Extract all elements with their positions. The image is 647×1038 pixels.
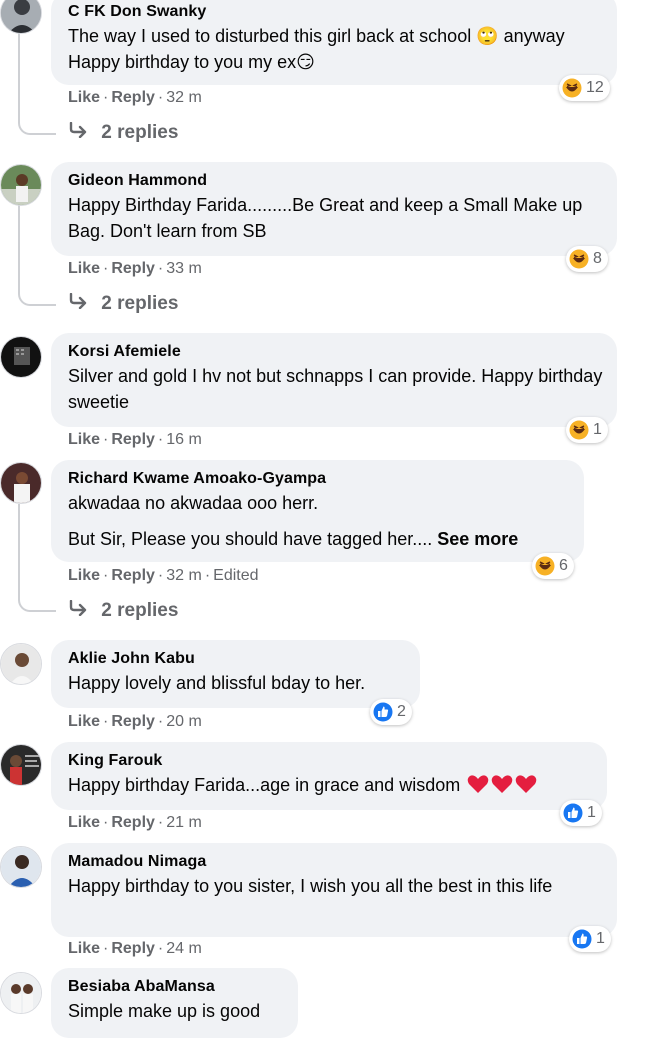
avatar[interactable]: [0, 643, 42, 685]
comment-bubble: Gideon Hammond Happy Birthday Farida....…: [51, 162, 617, 256]
comment-text: Happy lovely and blissful bday to her.: [68, 673, 366, 693]
comment-actions: Like · Reply · 16 m: [68, 431, 202, 448]
timestamp[interactable]: 33 m: [166, 260, 202, 277]
comment-text: Happy birthday Farida...age in grace and…: [68, 775, 461, 795]
reaction-count-number: 1: [596, 930, 605, 947]
avatar[interactable]: [0, 336, 42, 378]
like-button[interactable]: Like: [68, 567, 100, 584]
reaction-count-number: 12: [586, 79, 604, 96]
comment-text: Happy birthday to you sister, I wish you…: [68, 876, 553, 896]
like-button[interactable]: Like: [68, 713, 100, 730]
heart-emoji-icon: [515, 774, 537, 801]
laughing-emoji-icon: [569, 420, 589, 440]
avatar[interactable]: [0, 846, 42, 888]
reply-button[interactable]: Reply: [111, 713, 155, 730]
comment-author[interactable]: Mamadou Nimaga: [68, 851, 603, 873]
reaction-count[interactable]: 1: [569, 926, 611, 952]
view-replies-button[interactable]: 2 replies: [68, 292, 178, 316]
comment-bubble: Korsi Afemiele Silver and gold I hv not …: [51, 333, 617, 427]
like-button[interactable]: Like: [68, 431, 100, 448]
reply-button[interactable]: Reply: [111, 431, 155, 448]
view-replies-button[interactable]: 2 replies: [68, 121, 178, 145]
comment-actions: Like · Reply · 24 m: [68, 940, 202, 957]
comment-text: Silver and gold I hv not but schnapps I …: [68, 366, 603, 412]
reaction-count[interactable]: 6: [532, 553, 574, 579]
view-replies-button[interactable]: 2 replies: [68, 599, 178, 623]
comment-author[interactable]: Aklie John Kabu: [68, 648, 406, 670]
like-icon: [572, 929, 592, 949]
reply-button[interactable]: Reply: [111, 567, 155, 584]
timestamp[interactable]: 20 m: [166, 713, 202, 730]
comment-text: The way I used to disturbed this girl ba…: [68, 26, 565, 72]
reply-arrow-icon: [68, 599, 93, 621]
reaction-count-number: 2: [397, 703, 406, 720]
reply-button[interactable]: Reply: [111, 89, 155, 106]
reaction-count-number: 1: [587, 804, 596, 821]
like-icon: [373, 702, 393, 722]
comment-author[interactable]: King Farouk: [68, 750, 593, 772]
comment-text-line: But Sir, Please you should have tagged h…: [68, 526, 570, 552]
replies-label: 2 replies: [101, 600, 179, 621]
replies-label: 2 replies: [101, 293, 179, 314]
comment-text-line: akwadaa no akwadaa ooo herr.: [68, 493, 319, 513]
comment-actions: Like · Reply · 32 m: [68, 89, 202, 106]
comment-author[interactable]: Besiaba AbaMansa: [68, 976, 284, 998]
comment-actions: Like · Reply · 20 m: [68, 713, 202, 730]
reaction-count-number: 6: [559, 557, 568, 574]
avatar[interactable]: [0, 0, 42, 34]
reply-arrow-icon: [68, 292, 93, 314]
comment-actions: Like · Reply · 21 m: [68, 814, 202, 831]
like-button[interactable]: Like: [68, 940, 100, 957]
timestamp[interactable]: 21 m: [166, 814, 202, 831]
reply-button[interactable]: Reply: [111, 260, 155, 277]
comment-text-line: Happy birthday Farida...age in grace and…: [68, 772, 593, 801]
laughing-emoji-icon: [535, 556, 555, 576]
see-more-link[interactable]: See more: [437, 529, 518, 549]
heart-emoji-icon: [467, 774, 489, 801]
comment-actions: Like · Reply · 33 m: [68, 260, 202, 277]
reply-arrow-icon: [68, 121, 93, 143]
comment-author[interactable]: Gideon Hammond: [68, 170, 603, 192]
edited-label: Edited: [213, 567, 259, 584]
reply-button[interactable]: Reply: [111, 940, 155, 957]
laughing-emoji-icon: [569, 249, 589, 269]
comment-bubble: Mamadou Nimaga Happy birthday to you sis…: [51, 843, 617, 937]
reaction-count[interactable]: 2: [370, 699, 412, 725]
reaction-count[interactable]: 1: [560, 800, 602, 826]
comment-bubble: Besiaba AbaMansa Simple make up is good: [51, 968, 298, 1038]
reaction-count-number: 8: [593, 250, 602, 267]
reaction-count[interactable]: 12: [559, 75, 610, 101]
comment-text: Happy Birthday Farida.........Be Great a…: [68, 195, 583, 241]
comment-author[interactable]: C FK Don Swanky: [68, 1, 603, 23]
replies-label: 2 replies: [101, 122, 179, 143]
comment-bubble: King Farouk Happy birthday Farida...age …: [51, 742, 607, 810]
avatar[interactable]: [0, 972, 42, 1014]
comment-bubble: Richard Kwame Amoako-Gyampa akwadaa no a…: [51, 460, 584, 562]
comment-text: Simple make up is good: [68, 1001, 261, 1021]
avatar[interactable]: [0, 744, 42, 786]
comment-bubble: C FK Don Swanky The way I used to distur…: [51, 0, 617, 85]
reaction-count[interactable]: 1: [566, 417, 608, 443]
like-button[interactable]: Like: [68, 89, 100, 106]
like-button[interactable]: Like: [68, 814, 100, 831]
like-button[interactable]: Like: [68, 260, 100, 277]
heart-emoji-icon: [491, 774, 513, 801]
timestamp[interactable]: 32 m: [166, 89, 202, 106]
comment-author[interactable]: Korsi Afemiele: [68, 341, 603, 363]
reaction-count-number: 1: [593, 421, 602, 438]
laughing-emoji-icon: [562, 78, 582, 98]
like-icon: [563, 803, 583, 823]
comment-author[interactable]: Richard Kwame Amoako-Gyampa: [68, 468, 570, 490]
timestamp[interactable]: 32 m: [166, 567, 202, 584]
comment-bubble: Aklie John Kabu Happy lovely and blissfu…: [51, 640, 420, 708]
comment-text-truncated: But Sir, Please you should have tagged h…: [68, 529, 433, 549]
avatar[interactable]: [0, 462, 42, 504]
reply-button[interactable]: Reply: [111, 814, 155, 831]
avatar[interactable]: [0, 164, 42, 206]
timestamp[interactable]: 24 m: [166, 940, 202, 957]
reaction-count[interactable]: 8: [566, 246, 608, 272]
timestamp[interactable]: 16 m: [166, 431, 202, 448]
comment-actions: Like · Reply · 32 m · Edited: [68, 567, 259, 584]
